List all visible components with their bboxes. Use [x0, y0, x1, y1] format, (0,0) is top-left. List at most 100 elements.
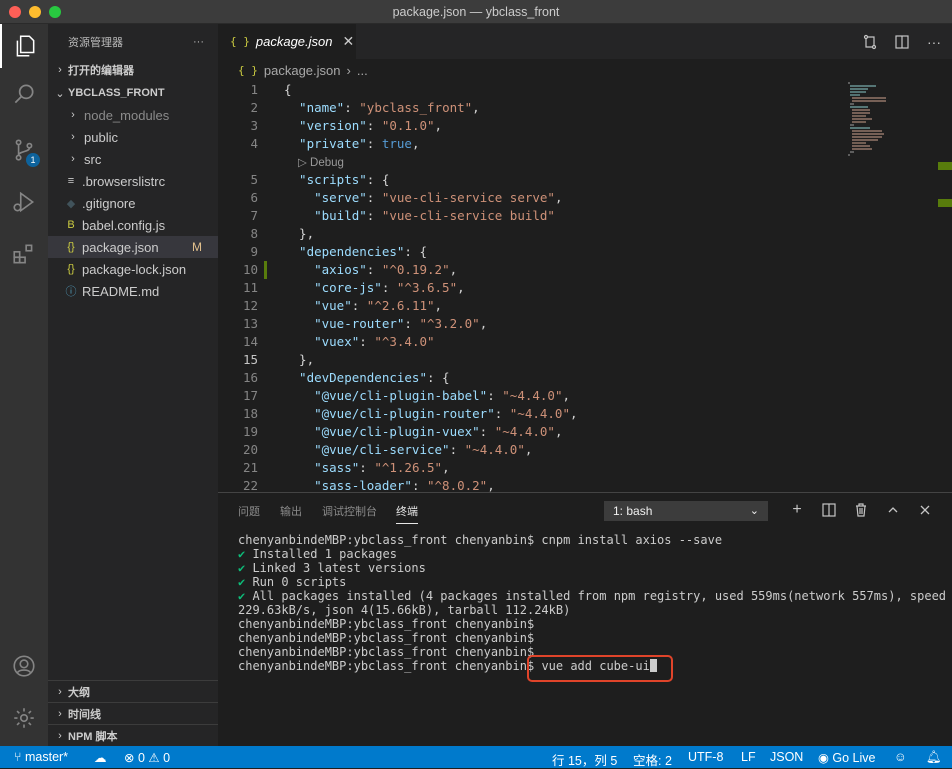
code-token: "@vue/cli-plugin-babel" [284, 388, 488, 403]
split-terminal-icon[interactable] [818, 499, 840, 521]
outline-label: 大纲 [68, 686, 90, 699]
manage-gear-icon[interactable] [0, 696, 48, 740]
run-debug-icon[interactable] [0, 180, 48, 224]
tree-item-label: .browserslistrc [82, 173, 166, 189]
accounts-icon[interactable] [0, 644, 48, 688]
tree-item-browserslistrc[interactable]: ≡ .browserslistrc [48, 170, 218, 192]
source-control-icon[interactable]: 1 [0, 128, 48, 172]
open-changes-icon[interactable] [860, 32, 880, 52]
line-number: 15 [242, 352, 258, 367]
debug-codelens[interactable]: ▷ Debug [298, 155, 344, 169]
code-line: "vue": "^2.6.11", [284, 298, 442, 313]
search-icon[interactable] [0, 72, 48, 116]
breadcrumb-rest[interactable]: ... [357, 63, 368, 78]
json-icon: {} [67, 241, 75, 253]
maximize-panel-icon[interactable] [882, 499, 904, 521]
terminal-text: Run 0 scripts [245, 575, 347, 589]
problems-indicator[interactable]: ⊗ 0 ⚠ 0 [124, 750, 170, 765]
timeline-label: 时间线 [68, 708, 101, 721]
breadcrumb-file[interactable]: package.json [264, 63, 341, 78]
code-token: , [554, 190, 563, 205]
line-number: 3 [250, 118, 258, 133]
tree-item-babel-config-js[interactable]: Bbabel.config.js [48, 214, 218, 236]
cursor-position[interactable]: 行 15，列 5 [552, 750, 617, 769]
code-token: "vue-router" [284, 316, 405, 331]
outline-section[interactable]: › 大纲 [48, 680, 218, 702]
code-token: "ybclass_front" [359, 100, 473, 115]
code-line: }, [284, 352, 314, 367]
code-token: , [411, 136, 420, 151]
extensions-icon[interactable] [0, 232, 48, 276]
sync-icon[interactable]: ☁ [94, 750, 107, 765]
code-token: }, [284, 352, 315, 367]
tab-debug-console[interactable]: 调试控制台 [322, 503, 377, 519]
chevron-right-icon: › [71, 153, 75, 165]
code-token: , [449, 262, 458, 277]
code-token: "scripts" [284, 172, 367, 187]
tab-output[interactable]: 输出 [280, 503, 302, 519]
tree-item-label: package.json [82, 239, 159, 255]
tab-package-json[interactable]: { } package.json ✕ [218, 24, 356, 59]
encoding[interactable]: UTF-8 [688, 750, 723, 764]
code-editor[interactable]: 1 {2 "name": "ybclass_front", 3 "version":… [218, 81, 952, 494]
code-line: "@vue/cli-plugin-router": "~4.4.0", [284, 406, 577, 421]
tree-item-gitignore[interactable]: ◆ .gitignore [48, 192, 218, 214]
tree-item-src[interactable]: › src [48, 148, 218, 170]
lines-icon: ≡ [67, 175, 75, 187]
tab-problems[interactable]: 问题 [238, 503, 260, 519]
code-token: true [381, 136, 412, 151]
project-section[interactable]: ⌄ YBCLASS_FRONT [48, 82, 218, 104]
close-tab-icon[interactable]: ✕ [343, 33, 355, 50]
language-mode[interactable]: JSON [770, 750, 803, 764]
explorer-icon[interactable] [0, 24, 48, 68]
terminal-output[interactable]: chenyanbindeMBP:ybclass_front chenyanbin… [238, 533, 946, 673]
tree-item-node-modules[interactable]: › node_modules [48, 104, 218, 126]
line-number: 7 [250, 208, 258, 223]
tab-terminal[interactable]: 终端 [396, 503, 418, 524]
code-token: "^3.4.0" [374, 334, 435, 349]
line-ending[interactable]: LF [741, 750, 756, 764]
tree-item-package-json[interactable]: {} package.json M [48, 236, 218, 258]
line-number: 21 [242, 460, 258, 475]
code-token: : [411, 478, 427, 493]
terminal-line: ✔ All packages installed (4 packages ins… [238, 589, 946, 603]
terminal-select[interactable]: 1: bash ⌄ [604, 501, 768, 521]
open-editors-section[interactable]: › 打开的编辑器 [48, 59, 218, 81]
new-terminal-icon[interactable]: + [786, 499, 808, 521]
tree-item-readme-md[interactable]: ⓘ README.md [48, 280, 218, 302]
line-number: 6 [250, 190, 258, 205]
branch-indicator[interactable]: ⑂ master* [14, 750, 68, 764]
line-number: 13 [242, 316, 258, 331]
tree-item-label: src [84, 151, 102, 167]
terminal-line: ✔ Installed 1 packages [238, 547, 946, 561]
tree-item-label: README.md [82, 283, 160, 299]
terminal-text: chenyanbindeMBP:ybclass_front chenyanbin… [238, 631, 535, 645]
code-token: : [359, 460, 375, 475]
go-live-button[interactable]: ◉ Go Live [818, 750, 875, 765]
timeline-section[interactable]: › 时间线 [48, 702, 218, 724]
code-line: "core-js": "^3.6.5", [284, 280, 465, 295]
tab-label: package.json [255, 34, 333, 49]
tree-item-public[interactable]: › public [48, 126, 218, 148]
split-editor-icon[interactable] [892, 32, 912, 52]
more-actions-icon[interactable]: ··· [193, 36, 204, 48]
kill-terminal-icon[interactable] [850, 499, 872, 521]
line-number: 20 [242, 442, 258, 457]
terminal-line: 229.63kB/s, json 4(15.66kB), tarball 112… [238, 603, 946, 617]
more-editor-actions-icon[interactable]: ··· [924, 32, 944, 52]
line-number: 1 [250, 82, 258, 97]
terminal-text: chenyanbindeMBP:ybclass_front chenyanbin… [238, 533, 723, 547]
code-token: "devDependencies" [284, 370, 427, 385]
feedback-icon[interactable]: ☺ [894, 750, 907, 764]
code-token: : [404, 316, 420, 331]
tree-item-package-lock-json[interactable]: {} package-lock.json [48, 258, 218, 280]
npm-scripts-section[interactable]: › NPM 脚本 [48, 724, 218, 746]
editor-tabs: { } package.json ✕ ··· [218, 24, 952, 59]
line-number: 11 [242, 280, 258, 295]
close-panel-icon[interactable] [914, 499, 936, 521]
indentation[interactable]: 空格: 2 [633, 750, 672, 769]
code-token: "serve" [284, 190, 367, 205]
panel-tabs: 问题 输出 调试控制台 终端 1: bash ⌄ + [218, 493, 952, 527]
minimap[interactable] [846, 81, 938, 161]
notifications-bell-icon[interactable]: 🔔︎ [926, 750, 942, 765]
